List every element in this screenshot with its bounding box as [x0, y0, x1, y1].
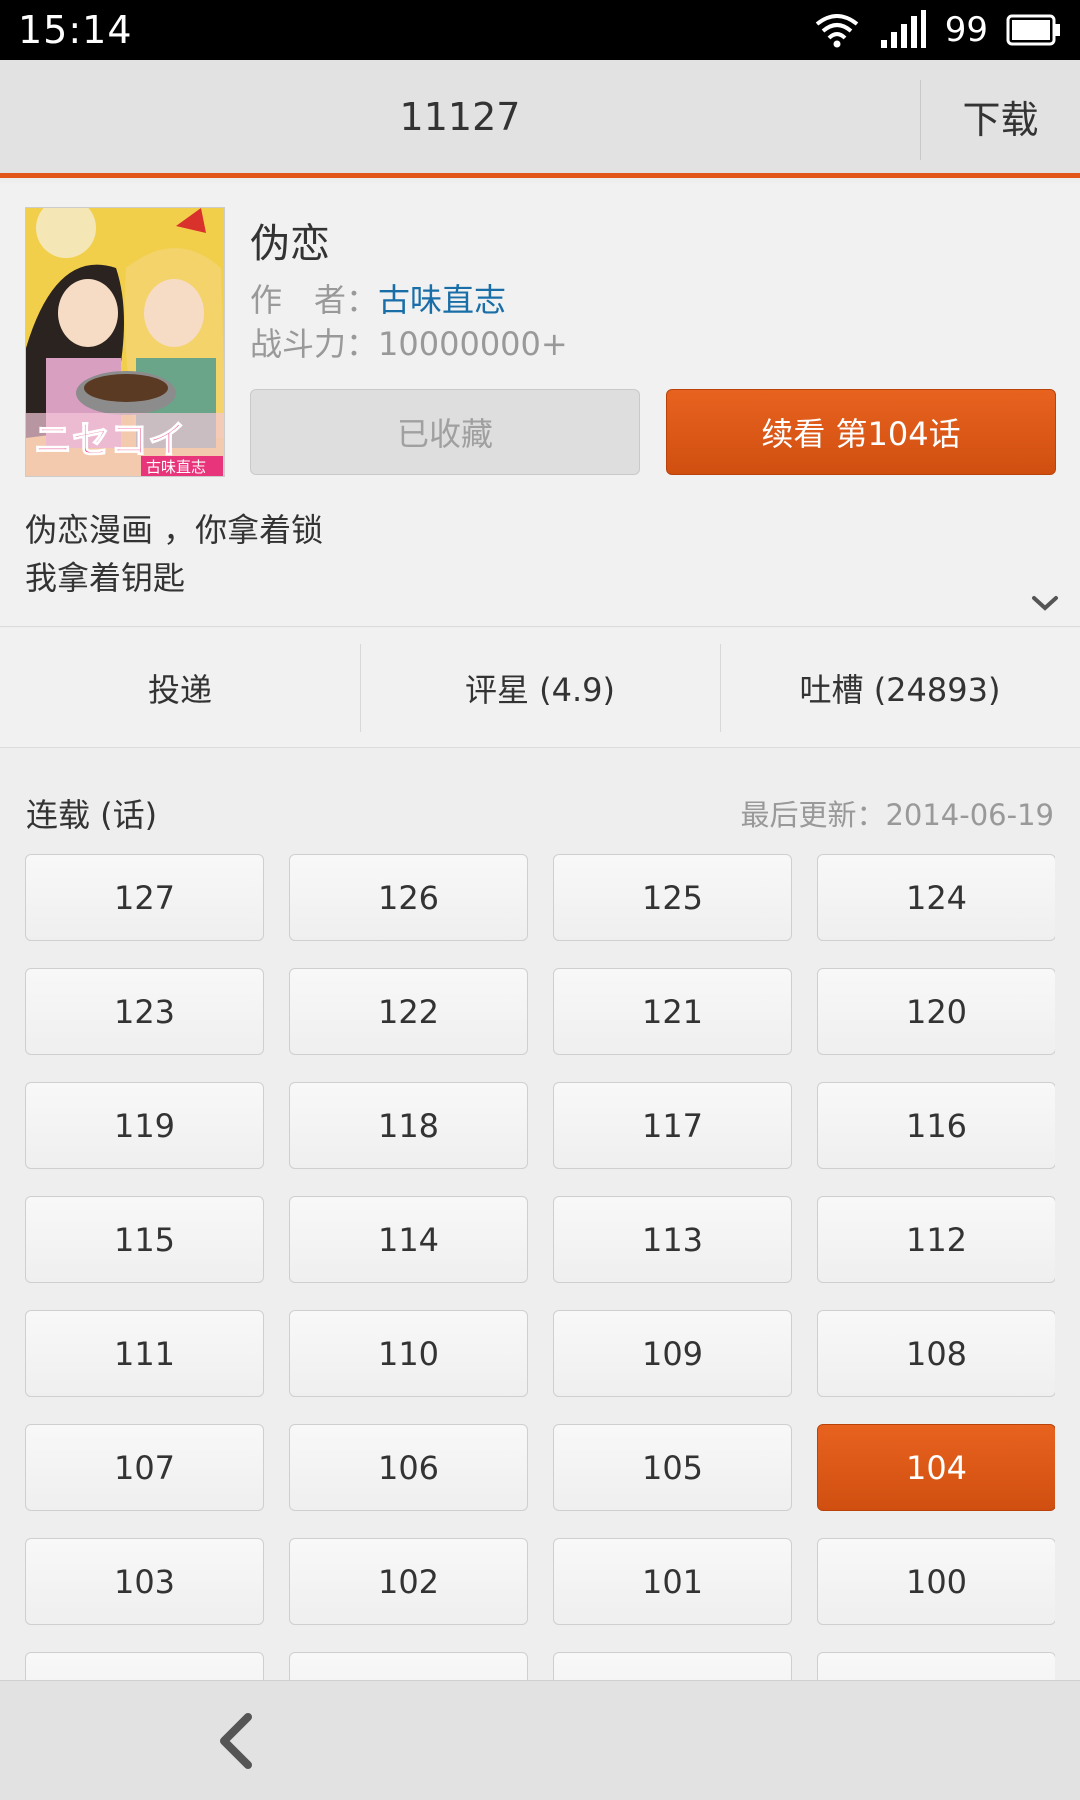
chapter-button[interactable]: 107: [25, 1424, 264, 1511]
last-update: 最后更新：2014-06-19: [740, 798, 1054, 832]
chapter-button[interactable]: 126: [289, 854, 528, 941]
battery-icon: [1006, 14, 1060, 46]
chevron-left-icon: [220, 1713, 252, 1769]
status-icons: 99: [813, 10, 1062, 50]
chapter-button[interactable]: 106: [289, 1424, 528, 1511]
chevron-down-icon[interactable]: [1030, 593, 1060, 613]
chapter-button[interactable]: 112: [817, 1196, 1055, 1283]
chapter-button[interactable]: 96: [817, 1652, 1055, 1680]
action-tabs: 投递 评星 (4.9) 吐槽 (24893): [0, 628, 1080, 748]
manga-title: 伪恋: [250, 221, 330, 267]
title-bar: 11127 下载: [0, 60, 1080, 178]
chapter-button[interactable]: 124: [817, 854, 1055, 941]
cover-image[interactable]: ニセコイ 古味直志: [25, 207, 225, 477]
chapter-button[interactable]: 97: [553, 1652, 792, 1680]
chapter-button[interactable]: 113: [553, 1196, 792, 1283]
chapter-button[interactable]: 118: [289, 1082, 528, 1169]
chapter-button[interactable]: 122: [289, 968, 528, 1055]
chapter-button[interactable]: 120: [817, 968, 1055, 1055]
chapter-button[interactable]: 119: [25, 1082, 264, 1169]
manga-info: ニセコイ 古味直志 伪恋 作 者：古味直志 战斗力：10000000+ 已收藏 …: [0, 183, 1080, 627]
chapter-button[interactable]: 103: [25, 1538, 264, 1625]
download-button[interactable]: 下载: [921, 60, 1080, 173]
chapter-button[interactable]: 105: [553, 1424, 792, 1511]
chapter-button[interactable]: 123: [25, 968, 264, 1055]
chapter-button[interactable]: 98: [289, 1652, 528, 1680]
tab-submit[interactable]: 投递: [0, 628, 360, 747]
chapter-button[interactable]: 101: [553, 1538, 792, 1625]
status-time: 15:14: [18, 8, 133, 52]
chapter-grid: 127 126 125 124 123 122 121 120 119 118 117 116 115 1…: [25, 854, 1055, 1680]
chapter-button[interactable]: 127: [25, 854, 264, 941]
tab-rating[interactable]: 评星 (4.9): [360, 628, 720, 747]
signal-icon: [880, 10, 926, 48]
author-link[interactable]: 古味直志: [378, 281, 506, 319]
power-row: 战斗力：10000000+: [250, 319, 568, 365]
chapter-button[interactable]: 100: [817, 1538, 1055, 1625]
chapter-button[interactable]: 102: [289, 1538, 528, 1625]
chapter-button[interactable]: 115: [25, 1196, 264, 1283]
chapter-button[interactable]: 114: [289, 1196, 528, 1283]
chapter-button[interactable]: 110: [289, 1310, 528, 1397]
chapter-button[interactable]: 125: [553, 854, 792, 941]
author-label: 作 者：: [250, 281, 379, 319]
chapter-button[interactable]: 117: [553, 1082, 792, 1169]
cover-author: 古味直志: [146, 458, 206, 476]
chapter-button[interactable]: 109: [553, 1310, 792, 1397]
chapter-button[interactable]: 116: [817, 1082, 1055, 1169]
continue-reading-button[interactable]: 续看 第104话: [666, 389, 1056, 475]
battery-level: 99: [944, 10, 988, 50]
back-button[interactable]: [200, 1705, 272, 1777]
page-title: 11127: [399, 94, 521, 139]
cover-art: ニセコイ 古味直志: [26, 208, 224, 476]
bottom-bar: [0, 1680, 1080, 1800]
chapter-button[interactable]: 104: [817, 1424, 1055, 1511]
chapters-label: 连载 (话): [26, 796, 158, 834]
description-line: 我拿着钥匙: [25, 559, 186, 597]
chapter-button[interactable]: 111: [25, 1310, 264, 1397]
wifi-icon: [815, 14, 858, 48]
power-label: 战斗力：: [250, 325, 379, 363]
power-value: 10000000+: [378, 325, 568, 363]
description-line: 伪恋漫画 ，你拿着锁: [25, 511, 324, 549]
chapter-button[interactable]: 99: [25, 1652, 264, 1680]
chapters-header: 连载 (话) 最后更新：2014-06-19: [0, 780, 1080, 840]
cover-title: ニセコイ: [34, 418, 186, 462]
chapter-button[interactable]: 108: [817, 1310, 1055, 1397]
author-row: 作 者：古味直志: [250, 275, 506, 321]
favorited-button[interactable]: 已收藏: [250, 389, 640, 475]
status-bar: 15:14 99: [0, 0, 1080, 60]
chapter-button[interactable]: 121: [553, 968, 792, 1055]
tab-comments[interactable]: 吐槽 (24893): [720, 628, 1080, 747]
